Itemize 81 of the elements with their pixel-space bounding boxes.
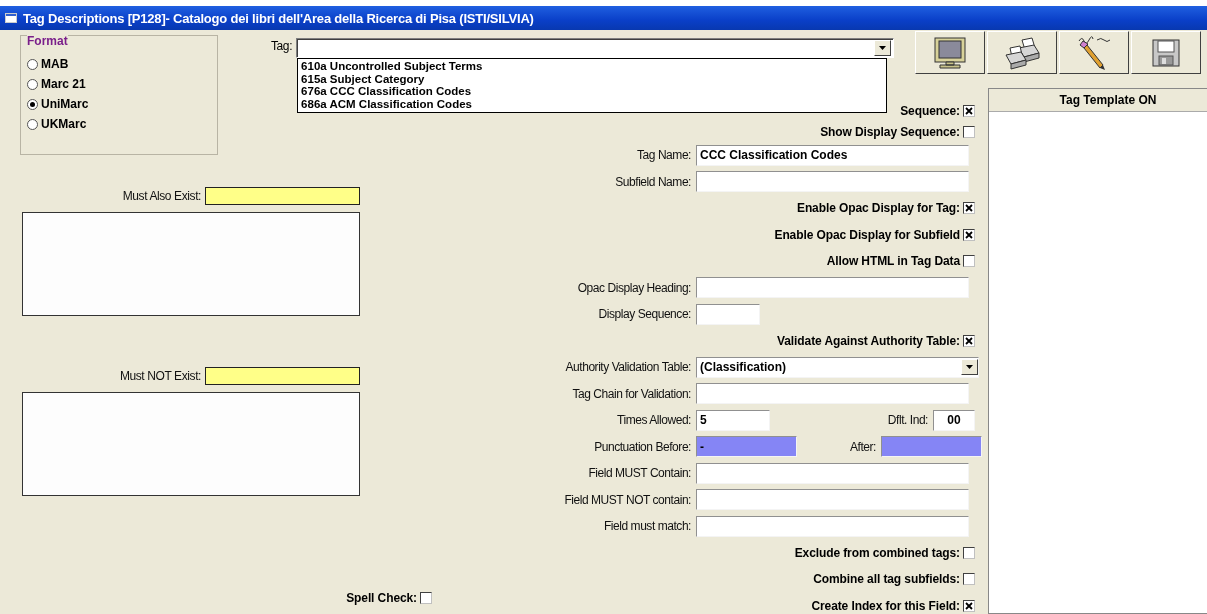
monitor-icon [932, 35, 968, 70]
monitor-button[interactable] [915, 31, 985, 74]
checkbox-label: Enable Opac Display for Tag: [797, 201, 960, 216]
text-field[interactable]: 5 [696, 409, 770, 431]
list-box[interactable] [22, 392, 360, 496]
checkbox[interactable] [420, 592, 432, 604]
field-label: Tag: [271, 39, 293, 53]
text-field[interactable] [696, 462, 969, 484]
radio-label[interactable]: UniMarc [41, 97, 89, 111]
checkbox-label: Exclude from combined tags: [794, 545, 960, 560]
field-label: Authority Validation Table: [564, 360, 691, 375]
text-field[interactable] [696, 489, 969, 511]
group-title: Format [27, 35, 68, 48]
checkbox-label: Spell Check: [346, 591, 417, 605]
field-label: After: [850, 439, 876, 454]
tag-combo-field[interactable] [296, 38, 895, 58]
text-field[interactable] [696, 171, 969, 193]
field-label: Display Sequence: [597, 307, 691, 322]
dropdown-item[interactable]: 610a Uncontrolled Subject Terms [301, 60, 884, 73]
text-field[interactable] [881, 436, 982, 458]
field-label: Dflt. Ind: [887, 413, 928, 428]
field-label: Must Also Exist: [122, 189, 201, 203]
radio-button[interactable] [27, 78, 38, 90]
dropdown-item[interactable]: 686a ACM Classification Codes [301, 97, 884, 110]
window-title: Tag Descriptions [P128]- Catalogo dei libri dell'Area della Ricerca di Pisa (ISTI/SILVIA) [23, 10, 534, 26]
text-field[interactable] [696, 515, 969, 537]
field-label: Subfield Name: [614, 174, 691, 189]
checkbox[interactable] [963, 546, 975, 559]
radio-button[interactable] [27, 118, 38, 130]
field-label: Field MUST NOT contain: [563, 492, 691, 507]
checkbox-label: Validate Against Authority Table: [777, 333, 960, 348]
dropdown-field[interactable]: (Classification) [696, 356, 979, 378]
list-box[interactable] [22, 212, 360, 316]
dropdown-item[interactable]: 676a CCC Classification Codes [301, 85, 884, 98]
text-field[interactable] [696, 303, 760, 325]
text-field[interactable]: CCC Classification Codes [696, 144, 969, 166]
radio-label[interactable]: UKMarc [41, 117, 87, 131]
checkbox[interactable] [963, 573, 975, 586]
checkbox-label: Allow HTML in Tag Data [826, 254, 960, 269]
text-field[interactable]: - [696, 436, 797, 458]
checkbox-label: Create Index for this Field: [811, 598, 960, 613]
text-field[interactable] [696, 383, 969, 405]
text-field[interactable]: 00 [933, 409, 975, 431]
save-icon [1150, 36, 1182, 69]
window-icon [5, 13, 17, 23]
dropdown-button[interactable] [961, 359, 978, 376]
save-button[interactable] [1131, 31, 1201, 74]
field-label: Must NOT Exist: [119, 369, 201, 383]
checkbox[interactable] [963, 104, 975, 117]
caret-icon [966, 365, 973, 370]
printer-button[interactable] [987, 31, 1057, 74]
field-label: Field MUST Contain: [587, 466, 691, 481]
field-label: Punctuation Before: [593, 439, 691, 454]
dropdown-button[interactable] [874, 40, 892, 56]
field-label: Times Allowed: [616, 413, 691, 428]
radio-button[interactable] [27, 98, 38, 110]
checkbox[interactable] [963, 334, 975, 347]
radio-label[interactable]: Marc 21 [41, 77, 86, 91]
printers-icon [1002, 35, 1042, 70]
radio-label[interactable]: MAB [41, 57, 69, 71]
checkbox[interactable] [963, 228, 975, 241]
text-field[interactable] [205, 367, 360, 385]
checkbox[interactable] [963, 202, 975, 215]
field-label: Tag Chain for Validation: [571, 386, 691, 401]
checkbox-label: Show Display Sequence: [820, 124, 960, 139]
field-label: Tag Name: [636, 148, 691, 163]
dropdown-item[interactable]: 615a Subject Category [301, 72, 884, 85]
checkbox-label: Sequence: [900, 103, 960, 118]
text-field[interactable] [696, 277, 969, 299]
field-label: Field must match: [602, 519, 691, 534]
checkbox-label: Combine all tag subfields: [813, 572, 960, 587]
checkbox-label: Enable Opac Display for Subfield [774, 227, 960, 242]
text-field[interactable] [205, 187, 360, 205]
field-label: Opac Display Heading: [576, 280, 691, 295]
checkbox[interactable] [963, 125, 975, 138]
radio-button[interactable] [27, 58, 38, 70]
panel-header: Tag Template ON [989, 89, 1207, 112]
pencil-button[interactable] [1059, 31, 1129, 74]
caret-icon [879, 46, 887, 50]
checkbox[interactable] [963, 599, 975, 612]
checkbox[interactable] [963, 255, 975, 268]
